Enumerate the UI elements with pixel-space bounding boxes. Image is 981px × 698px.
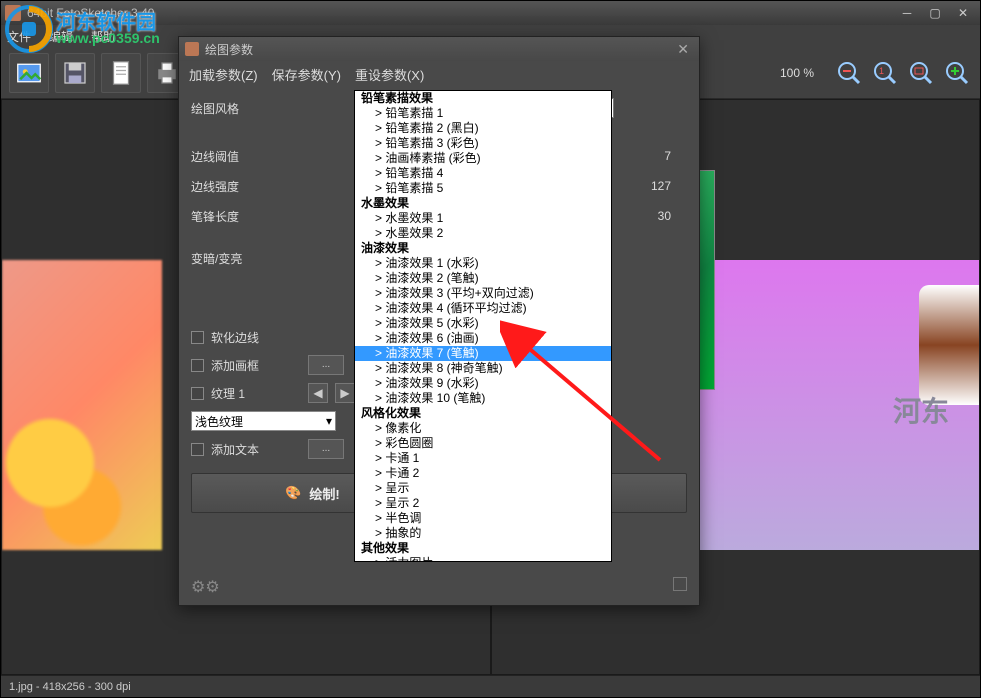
dropdown-item[interactable]: 彩色圆圈 <box>355 436 611 451</box>
toolbar-document[interactable] <box>101 53 141 93</box>
dropdown-item[interactable]: 呈示 <box>355 481 611 496</box>
gear-icon[interactable]: ⚙⚙ <box>191 577 220 597</box>
status-text: 1.jpg - 418x256 - 300 dpi <box>9 681 131 693</box>
dropdown-item[interactable]: 油漆效果 3 (平均+双向过滤) <box>355 286 611 301</box>
texture-prev-button[interactable]: ◀ <box>308 383 328 403</box>
dropdown-group: 其他效果 <box>355 541 611 556</box>
svg-text:1: 1 <box>879 66 884 76</box>
menu-edit[interactable]: 编辑 <box>49 28 73 45</box>
style-dropdown-list[interactable]: 铅笔素描效果 铅笔素描 1 铅笔素描 2 (黑白) 铅笔素描 3 (彩色) 油画… <box>354 90 612 562</box>
dropdown-item[interactable]: 呈示 2 <box>355 496 611 511</box>
app-title: 64bit FotoSketcher 3.40 <box>27 6 154 20</box>
dropdown-item[interactable]: 油画棒素描 (彩色) <box>355 151 611 166</box>
label-soften: 软化边线 <box>211 329 259 346</box>
dropdown-item[interactable]: 铅笔素描 4 <box>355 166 611 181</box>
source-image <box>2 260 162 550</box>
dropdown-item[interactable]: 油漆效果 4 (循环平均过滤) <box>355 301 611 316</box>
draw-button-label: 绘制! <box>309 484 339 503</box>
texture-select[interactable]: 浅色纹理 ▾ <box>191 411 336 431</box>
dropdown-item[interactable]: 油漆效果 6 (油画) <box>355 331 611 346</box>
resize-grip-icon[interactable] <box>673 577 687 591</box>
checkbox-frame[interactable] <box>191 359 204 372</box>
zoom-percent-label: 100 % <box>780 66 814 80</box>
dropdown-item[interactable]: 油漆效果 10 (笔触) <box>355 391 611 406</box>
texture-next-button[interactable]: ▶ <box>335 383 355 403</box>
dropdown-item[interactable]: 抽象的 <box>355 526 611 541</box>
dialog-menu-load[interactable]: 加载参数(Z) <box>189 65 258 84</box>
dropdown-item[interactable]: 油漆效果 5 (水彩) <box>355 316 611 331</box>
label-texture: 纹理 1 <box>211 385 301 402</box>
maximize-button[interactable]: ▢ <box>922 4 948 22</box>
minimize-button[interactable]: ─ <box>894 4 920 22</box>
dropdown-item[interactable]: 卡通 2 <box>355 466 611 481</box>
dropdown-item[interactable]: 铅笔素描 1 <box>355 106 611 121</box>
dropdown-item[interactable]: 油漆效果 8 (神奇笔触) <box>355 361 611 376</box>
overlay-text: 河东 <box>893 390 949 430</box>
frame-options-button[interactable]: ... <box>308 355 344 375</box>
dropdown-group: 风格化效果 <box>355 406 611 421</box>
dropdown-item[interactable]: 像素化 <box>355 421 611 436</box>
dropdown-group: 水墨效果 <box>355 196 611 211</box>
checkbox-soften[interactable] <box>191 331 204 344</box>
dialog-title: 绘图参数 <box>205 41 253 58</box>
chevron-down-icon[interactable]: ▾ <box>326 414 332 428</box>
dialog-titlebar[interactable]: 绘图参数 ✕ <box>179 37 699 61</box>
checkbox-texture[interactable] <box>191 387 204 400</box>
dropdown-item[interactable]: 水墨效果 2 <box>355 226 611 241</box>
zoom-reset-button[interactable]: 1 <box>870 58 900 88</box>
label-text: 添加文本 <box>211 441 301 458</box>
label-stroke-length: 笔锋长度 <box>191 208 359 225</box>
label-edge-threshold: 边线阈值 <box>191 148 359 165</box>
label-style: 绘图风格 <box>191 100 359 117</box>
checkbox-text[interactable] <box>191 443 204 456</box>
label-frame: 添加画框 <box>211 357 301 374</box>
dropdown-item[interactable]: 铅笔素描 3 (彩色) <box>355 136 611 151</box>
dropdown-item[interactable]: 油漆效果 1 (水彩) <box>355 256 611 271</box>
app-icon <box>5 5 21 21</box>
text-options-button[interactable]: ... <box>308 439 344 459</box>
dialog-menu-reset[interactable]: 重设参数(X) <box>355 65 424 84</box>
zoom-fit-button[interactable] <box>906 58 936 88</box>
palette-icon: 🎨 <box>285 485 301 501</box>
dropdown-item[interactable]: 油漆效果 2 (笔触) <box>355 271 611 286</box>
dropdown-item[interactable]: 油漆效果 9 (水彩) <box>355 376 611 391</box>
dialog-icon <box>185 42 199 56</box>
close-button[interactable]: ✕ <box>950 4 976 22</box>
value-edge-threshold: 7 <box>664 149 671 163</box>
dropdown-group: 铅笔素描效果 <box>355 91 611 106</box>
menu-file[interactable]: 文件 <box>7 28 31 45</box>
texture-select-value: 浅色纹理 <box>195 413 243 430</box>
zoom-out-button[interactable] <box>834 58 864 88</box>
menu-help[interactable]: 帮助 <box>91 28 115 45</box>
dropdown-group: 油漆效果 <box>355 241 611 256</box>
value-stroke-length: 30 <box>658 209 671 223</box>
label-brightness: 变暗/变亮 <box>191 250 359 267</box>
main-titlebar: 64bit FotoSketcher 3.40 ─ ▢ ✕ <box>1 1 980 25</box>
zoom-in-button[interactable] <box>942 58 972 88</box>
dropdown-item[interactable]: 卡通 1 <box>355 451 611 466</box>
dropdown-item[interactable]: 水墨效果 1 <box>355 211 611 226</box>
statusbar: 1.jpg - 418x256 - 300 dpi <box>1 675 980 697</box>
result-image-dog <box>919 285 979 405</box>
toolbar-open-image[interactable] <box>9 53 49 93</box>
toolbar-save[interactable] <box>55 53 95 93</box>
dropdown-item[interactable]: 铅笔素描 5 <box>355 181 611 196</box>
dropdown-item[interactable]: 铅笔素描 2 (黑白) <box>355 121 611 136</box>
dialog-close-button[interactable]: ✕ <box>673 41 693 58</box>
dropdown-item[interactable]: 半色调 <box>355 511 611 526</box>
dialog-menubar: 加载参数(Z) 保存参数(Y) 重设参数(X) <box>179 61 699 87</box>
dialog-menu-save[interactable]: 保存参数(Y) <box>272 65 341 84</box>
dropdown-item-selected[interactable]: 油漆效果 7 (笔触) <box>355 346 611 361</box>
dropdown-item[interactable]: 活力图片 <box>355 556 611 562</box>
value-edge-strength: 127 <box>651 179 671 193</box>
label-edge-strength: 边线强度 <box>191 178 359 195</box>
